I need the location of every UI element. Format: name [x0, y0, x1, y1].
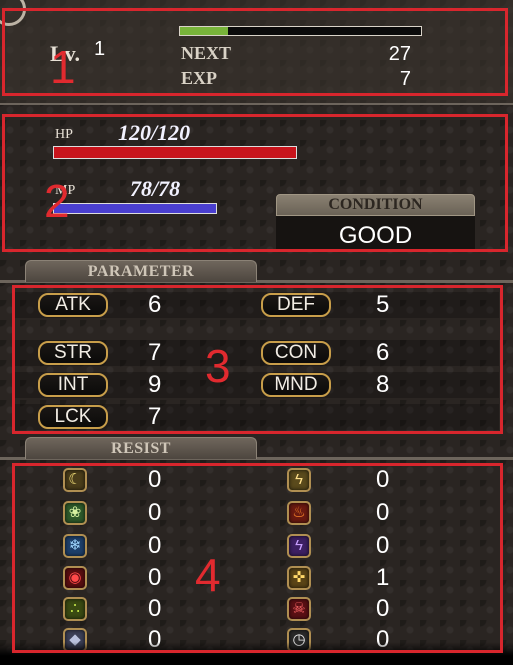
parameter-header: PARAMETER [25, 260, 257, 282]
annotation-number-1: 1 [50, 41, 76, 93]
resist-header: RESIST [25, 437, 257, 459]
annotation-number-3: 3 [205, 340, 231, 392]
annotation-number-4: 4 [195, 549, 221, 601]
annotation-box-4 [12, 463, 503, 653]
annotation-number-2: 2 [44, 175, 70, 227]
annotation-box-1 [2, 8, 508, 96]
annotation-box-3 [12, 285, 503, 434]
annotation-box-2 [2, 114, 508, 252]
